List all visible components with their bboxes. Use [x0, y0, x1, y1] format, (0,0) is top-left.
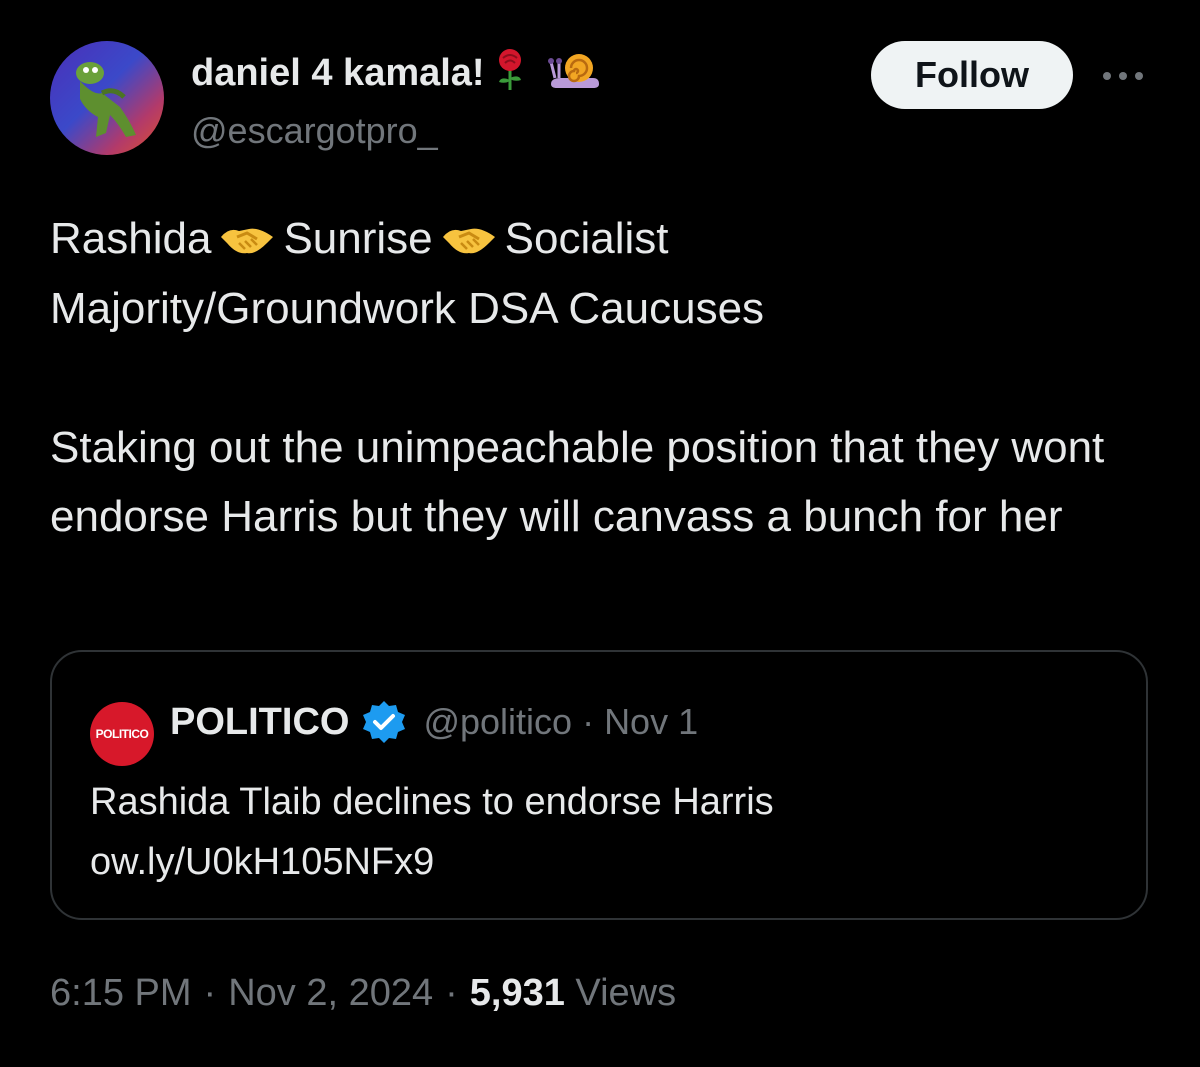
quote-separator: ·	[582, 701, 595, 742]
tweet-paragraph-2: Staking out the unimpeachable position t…	[50, 422, 1105, 542]
tweet-text: Rashida Sunrise Socialist Majority/Groun…	[50, 204, 1160, 552]
quoted-tweet-date[interactable]: Nov 1	[604, 701, 698, 743]
views-label: Views	[575, 972, 677, 1014]
politico-logo[interactable]: POLITICO	[90, 702, 154, 766]
author-handle[interactable]: @escargotpro_	[191, 110, 438, 152]
tweet-line-1: Rashida Sunrise Socialist	[50, 204, 1160, 274]
handshake-emoji-icon	[219, 210, 275, 254]
avatar[interactable]	[50, 41, 164, 155]
handshake-emoji-icon	[441, 210, 497, 254]
kermit-frog-avatar-icon	[50, 41, 164, 155]
tweet-word-socialist: Socialist	[504, 214, 669, 263]
tweet-meta: 6:15 PM · Nov 2, 2024 · 5,931 Views	[50, 972, 676, 1015]
quoted-tweet-card[interactable]: POLITICO POLITICO @politico · Nov 1 Rash…	[50, 650, 1148, 920]
tweet-word-sunrise: Sunrise	[283, 214, 433, 263]
quoted-tweet-link[interactable]: ow.ly/U0kH105NFx9	[90, 832, 1110, 892]
tweet-line-2: Majority/Groundwork DSA Caucuses	[50, 283, 765, 333]
tweet-time[interactable]: 6:15 PM	[50, 972, 192, 1014]
display-name-text: daniel 4 kamala!	[191, 51, 485, 94]
meta-separator: ·	[445, 972, 458, 1014]
views-count: 5,931	[469, 972, 565, 1014]
quoted-tweet-line-1: Rashida Tlaib declines to endorse Harris	[90, 781, 774, 823]
quoted-tweet-header: POLITICO @politico · Nov 1	[170, 698, 698, 746]
verified-badge-icon	[361, 699, 407, 745]
more-icon	[1103, 72, 1143, 80]
snail-emoji-icon	[547, 50, 601, 96]
more-options-button[interactable]	[1098, 58, 1148, 94]
rose-emoji-icon	[495, 48, 525, 98]
tweet-date[interactable]: Nov 2, 2024	[228, 972, 433, 1014]
tweet-word-rashida: Rashida	[50, 214, 212, 263]
quoted-author-name[interactable]: POLITICO	[170, 701, 349, 744]
quoted-tweet-text: Rashida Tlaib declines to endorse Harris…	[90, 772, 1110, 892]
quoted-author-handle[interactable]: @politico	[423, 701, 572, 743]
display-name[interactable]: daniel 4 kamala!	[191, 48, 601, 98]
meta-separator: ·	[203, 972, 217, 1014]
follow-button[interactable]: Follow	[871, 41, 1073, 109]
